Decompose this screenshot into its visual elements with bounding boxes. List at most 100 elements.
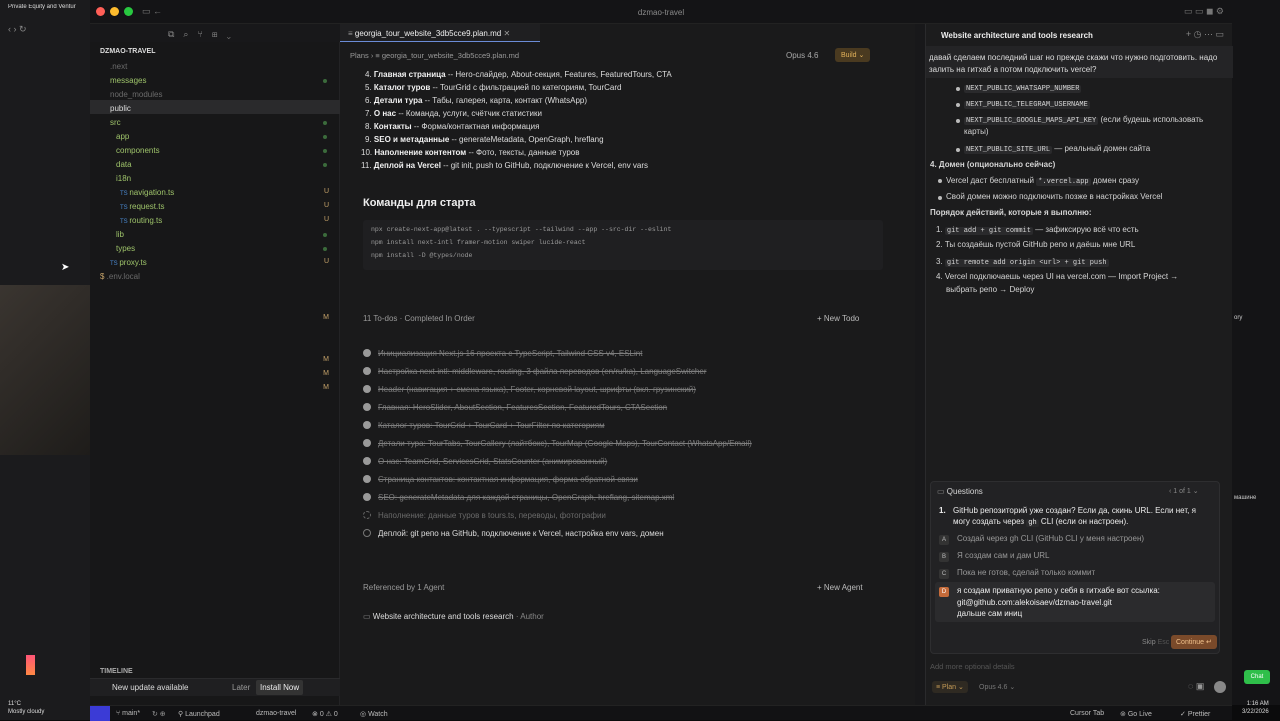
git-badge: U (323, 258, 329, 265)
prettier[interactable]: ✓ Prettier (1180, 710, 1210, 718)
step-3: 3. git remote add origin <url> + git pus… (936, 257, 1109, 267)
order-heading: Порядок действий, которые я выполню: (930, 208, 1092, 217)
folder-i18n[interactable]: i18n (116, 174, 131, 183)
todo-item[interactable]: Страница контактов: контактная информаци… (363, 475, 638, 484)
weather-widget[interactable]: 11°C Mostly cloudy (8, 700, 44, 716)
sidebar-toolbar-icons[interactable]: ⧉⌕⑂⊞⌄ (168, 29, 240, 40)
file-env-local[interactable]: $ .env.local (100, 272, 140, 281)
todo-item[interactable]: Наполнение: данные туров в tours.ts, пер… (363, 511, 606, 520)
cursor-tab[interactable]: Cursor Tab (1070, 710, 1104, 717)
todo-item[interactable]: Инициализация Next.js 16 проекта с TypeS… (363, 349, 642, 358)
folder-app[interactable]: app (116, 132, 129, 141)
env-var-1: NEXT_PUBLIC_WHATSAPP_NUMBER (964, 85, 1082, 93)
question-counter[interactable]: ‹ 1 of 1 ⌄ (1169, 487, 1199, 495)
todo-item[interactable]: Детали тура: TourTabs, TourGallery (лайт… (363, 439, 752, 448)
launchpad[interactable]: ⚲ Launchpad (178, 710, 220, 718)
folder-next[interactable]: .next (110, 62, 127, 71)
watch[interactable]: ◎ Watch (360, 710, 388, 718)
step-2: 2. Ты создаёшь пустой GitHub репо и даёш… (936, 240, 1136, 249)
todo-item[interactable]: Деплой: git репо на GitHub, подключение … (363, 529, 664, 538)
folder-node-modules[interactable]: node_modules (110, 90, 162, 99)
todo-item[interactable]: Header (навигация + смена языка), Footer… (363, 385, 696, 394)
chat-button[interactable]: Chat (1244, 670, 1270, 684)
later-button[interactable]: Later (232, 683, 250, 692)
attach-icon[interactable]: ◌ ▣ (1188, 681, 1204, 692)
git-badge: M (323, 314, 329, 321)
questions-box: ▭ Questions ‹ 1 of 1 ⌄ 1. GitHub репозит… (930, 481, 1220, 654)
clock[interactable]: 1:16 AM 3/22/2026 (1242, 700, 1269, 716)
folder-messages[interactable]: messages (110, 76, 146, 85)
file-navigation[interactable]: TS navigation.ts (120, 188, 174, 197)
plan-step: 5. Каталог туров -- TourGrid с фильтраци… (365, 83, 622, 92)
new-todo-button[interactable]: + New Todo (817, 314, 859, 323)
env-var-2: NEXT_PUBLIC_TELEGRAM_USERNAME (964, 101, 1090, 109)
check-icon (363, 349, 371, 357)
new-agent-button[interactable]: + New Agent (817, 583, 863, 592)
code-line-1: npx create-next-app@latest . --typescrip… (371, 226, 672, 233)
option-c[interactable]: C Пока не готов, сделай только коммит (939, 568, 1095, 579)
mouse-cursor-icon: ➤ (61, 262, 70, 273)
file-request[interactable]: TS request.ts (120, 202, 164, 211)
git-badge: M (323, 370, 329, 377)
remote-icon[interactable] (90, 706, 110, 721)
option-d-custom[interactable]: Dя создам приватную репо у себя в гитхаб… (939, 586, 1160, 597)
send-icon[interactable] (1214, 681, 1226, 693)
check-icon (363, 439, 371, 447)
todo-item[interactable]: Настройка next-intl: middleware, routing… (363, 367, 706, 376)
todo-pending-icon (363, 529, 371, 537)
mode-select[interactable]: ≡ Plan ⌄ (932, 681, 968, 693)
answer-line-2[interactable]: git@github.com:alekoisaev/dzmao-travel.g… (957, 598, 1112, 607)
folder-types[interactable]: types (116, 244, 135, 253)
browser-tab-title[interactable]: Private Equity and Ventur (8, 4, 92, 16)
question-text: GitHub репозиторий уже создан? Если да, … (953, 506, 1196, 515)
todo-item[interactable]: Каталог туров: TourGrid + TourCard + Tou… (363, 421, 605, 430)
timeline-section[interactable]: TIMELINE (100, 668, 133, 675)
chat-header-icons[interactable]: + ◷ ⋯ ▭ (1186, 29, 1224, 40)
todo-item[interactable]: О нас: TeamGrid, ServicesGrid, StatsCoun… (363, 457, 607, 466)
title-bar: ▭ ← dzmao-travel ▭ ▭ ◼ ⚙ (90, 0, 1232, 24)
todo-item[interactable]: Главная: HeroSlider, AboutSection, Featu… (363, 403, 667, 412)
plan-step: 9. SEO и метаданные -- generateMetadata,… (365, 135, 604, 144)
todo-item[interactable]: SEO: generateMetadata для каждой страниц… (363, 493, 674, 502)
check-icon (363, 457, 371, 465)
model-select[interactable]: Opus 4.6 (786, 51, 818, 60)
file-routing[interactable]: TS routing.ts (120, 216, 162, 225)
folder-src[interactable]: src (110, 118, 121, 127)
git-badge: U (323, 188, 329, 195)
breadcrumb[interactable]: Plans › ≡ georgia_tour_website_3db5cce9.… (350, 51, 519, 60)
step-4: 4. Vercel подключаешь через UI на vercel… (936, 272, 1179, 281)
status-bar: ⑂ main* ↻ ⊕ ⚲ Launchpad dzmao-travel ⊗ 0… (90, 705, 1232, 721)
folder-components[interactable]: components (116, 146, 160, 155)
agent-reference[interactable]: ▭ Website architecture and tools researc… (363, 612, 544, 621)
continue-button[interactable]: Continue ↵ (1171, 635, 1217, 649)
plan-step: 4. Главная страница -- Hero-слайдер, Abo… (365, 70, 672, 79)
editor-tab[interactable]: ≡ georgia_tour_website_3db5cce9.plan.md … (348, 29, 510, 38)
problems[interactable]: ⊗ 0 ⚠ 0 (312, 710, 338, 718)
step-4-cont: выбрать репо → Deploy (946, 285, 1035, 294)
sync-icon[interactable]: ↻ ⊕ (152, 710, 166, 718)
folder-lib[interactable]: lib (116, 230, 124, 239)
project-title[interactable]: DZMAO-TRAVEL (100, 48, 155, 55)
build-button[interactable]: Build ⌄ (835, 48, 871, 62)
git-badge: U (323, 216, 329, 223)
file-proxy[interactable]: TS proxy.ts (110, 258, 147, 267)
chat-input[interactable]: Add more optional details (930, 662, 1015, 671)
option-b[interactable]: BЯ создам сам и дам URL (939, 551, 1050, 562)
back-icon[interactable]: ‹ › ↻ (8, 24, 27, 35)
skip-button[interactable]: Skip Esc (1142, 639, 1169, 646)
folder-public[interactable]: public (110, 104, 131, 113)
git-branch[interactable]: ⑂ main* (116, 710, 140, 717)
project-name[interactable]: dzmao-travel (256, 710, 296, 717)
folder-data[interactable]: data (116, 160, 132, 169)
question-number: 1. (939, 506, 946, 515)
code-line-2: npm install next-intl framer-motion swip… (371, 239, 586, 246)
agent-chat-panel: Website architecture and tools research … (925, 24, 1233, 705)
check-icon (363, 385, 371, 393)
background-browser: Private Equity and Ventur ‹ › ↻ ➤ (0, 0, 305, 720)
go-live[interactable]: ⊚ Go Live (1120, 710, 1152, 718)
layout-icons[interactable]: ▭ ▭ ◼ ⚙ (1184, 6, 1224, 17)
option-a[interactable]: A Создай через gh CLI (GitHub CLI у меня … (939, 534, 1144, 545)
chat-model-select[interactable]: Opus 4.6 ⌄ (979, 683, 1015, 691)
answer-line-3[interactable]: дальше сам иниц (957, 609, 1022, 618)
install-now-button[interactable]: Install Now (256, 680, 304, 695)
